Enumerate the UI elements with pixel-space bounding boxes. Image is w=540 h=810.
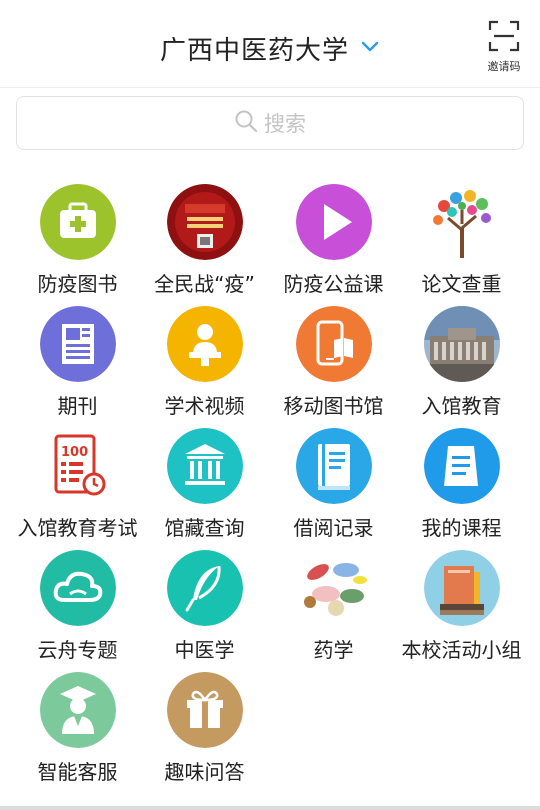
grid-item-label: 本校活动小组 [401, 638, 522, 662]
grid-item-label: 期刊 [57, 394, 98, 418]
play-icon [296, 184, 372, 260]
grid-item-label: 入馆教育 [421, 394, 502, 418]
grid-item-label: 借阅记录 [293, 516, 374, 540]
grid-item-my-courses[interactable]: 我的课程 [394, 424, 529, 542]
graduate-icon [40, 672, 116, 748]
grid-item-label: 馆藏查询 [164, 516, 245, 540]
svg-text:100: 100 [61, 445, 88, 460]
app-header: 广西中医药大学 邀请码 [0, 0, 540, 88]
grid-item-label: 全民战“疫” [154, 272, 255, 296]
gift-icon [167, 672, 243, 748]
grid-item-label: 入馆教育考试 [17, 516, 138, 540]
grid-item-label: 移动图书馆 [283, 394, 384, 418]
search-input[interactable]: 搜索 [16, 96, 524, 150]
grid-item-campus-groups[interactable]: 本校活动小组 [394, 546, 529, 664]
library-building-icon [424, 306, 500, 382]
grid-item-smart-service[interactable]: 智能客服 [10, 668, 145, 786]
grid-item-fun-quiz[interactable]: 趣味问答 [137, 668, 272, 786]
invite-code-button[interactable]: 邀请码 [482, 20, 526, 74]
cloud-icon [40, 550, 116, 626]
grid-item-label: 论文查重 [421, 272, 502, 296]
wuhan-poster-icon [167, 184, 243, 260]
scan-icon [488, 20, 520, 56]
grid-item-plagiarism-check[interactable]: 论文查重 [394, 180, 529, 298]
course-icon [424, 428, 500, 504]
school-selector[interactable]: 广西中医药大学 [0, 30, 540, 67]
invite-code-label: 邀请码 [487, 60, 521, 73]
grid-item-borrow-records[interactable]: 借阅记录 [266, 424, 401, 542]
borrow-record-icon [296, 428, 372, 504]
bottom-divider [0, 806, 540, 810]
grid-item-tcm[interactable]: 中医学 [137, 546, 272, 664]
grid-item-journals[interactable]: 期刊 [10, 302, 145, 420]
grid-item-pharmacy[interactable]: 药学 [266, 546, 401, 664]
search-icon [234, 109, 258, 137]
grid-item-label: 学术视频 [164, 394, 245, 418]
grid-item-public-lectures[interactable]: 防疫公益课 [266, 180, 401, 298]
pills-icon [296, 550, 372, 626]
grid-item-label: 我的课程 [421, 516, 502, 540]
medical-kit-icon [40, 184, 116, 260]
grid-item-orientation-exam[interactable]: 100 入馆教育考试 [10, 424, 145, 542]
grid-item-label: 中医学 [174, 638, 235, 662]
grid-item-label: 智能客服 [37, 760, 118, 784]
chevron-down-icon[interactable] [360, 39, 380, 58]
grid-item-fight-epidemic[interactable]: 全民战“疫” [137, 180, 272, 298]
mobile-library-icon [296, 306, 372, 382]
search-placeholder: 搜索 [264, 112, 306, 136]
feather-icon [167, 550, 243, 626]
grid-item-label: 药学 [313, 638, 354, 662]
lecturer-icon [167, 306, 243, 382]
journal-icon [40, 306, 116, 382]
grid-item-label: 趣味问答 [164, 760, 245, 784]
exam-score-icon: 100 [40, 428, 116, 504]
grid-item-yunzhou-topics[interactable]: 云舟专题 [10, 546, 145, 664]
books-stack-icon [424, 550, 500, 626]
grid-item-label: 防疫公益课 [283, 272, 384, 296]
museum-icon [167, 428, 243, 504]
knowledge-tree-icon [424, 184, 500, 260]
page-title[interactable]: 广西中医药大学 [160, 36, 349, 66]
grid-item-academic-videos[interactable]: 学术视频 [137, 302, 272, 420]
grid-item-library-orientation[interactable]: 入馆教育 [394, 302, 529, 420]
grid-item-mobile-library[interactable]: 移动图书馆 [266, 302, 401, 420]
grid-item-collection-search[interactable]: 馆藏查询 [137, 424, 272, 542]
grid-item-label: 云舟专题 [37, 638, 118, 662]
grid-item-epidemic-books[interactable]: 防疫图书 [10, 180, 145, 298]
grid-item-label: 防疫图书 [37, 272, 118, 296]
